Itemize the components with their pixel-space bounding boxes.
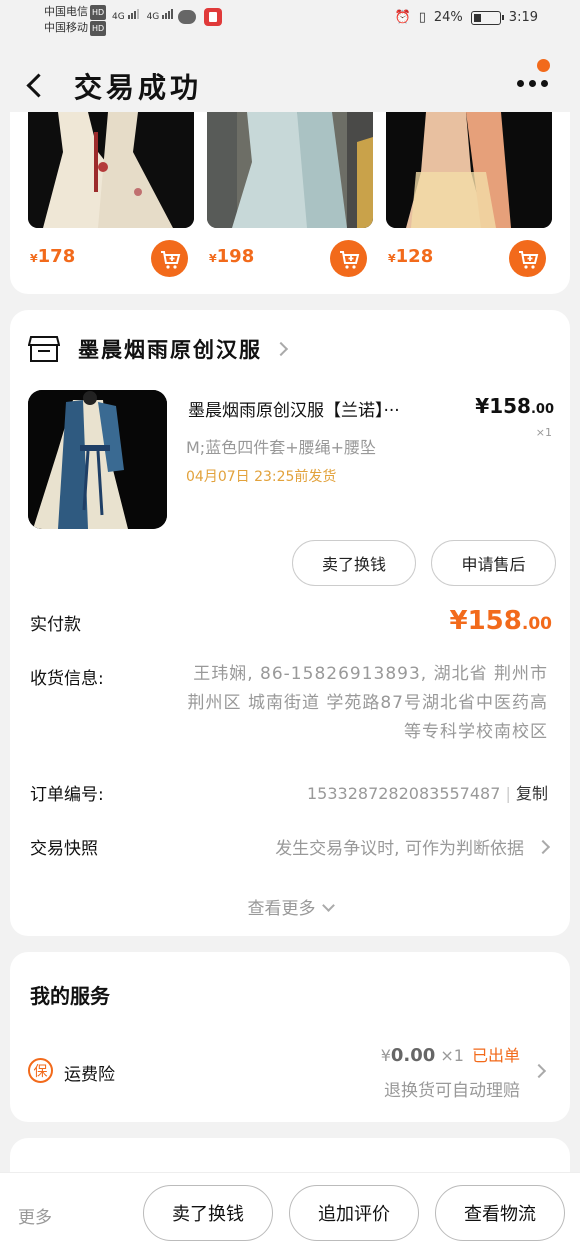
cart-icon — [518, 250, 538, 269]
order-number: 1533287282083557487 | 复制 — [306, 784, 548, 803]
insurance-note: 退换货可自动理赔 — [384, 1081, 520, 1101]
vibrate-icon: ▯ — [418, 10, 426, 25]
paid-amount: ¥158.00 — [449, 606, 553, 636]
carrier-info: 中国电信 HD 中国移动 HD — [44, 4, 107, 36]
insurance-label[interactable]: 运费险 — [64, 1060, 115, 1085]
alarm-icon: ⏰ — [394, 10, 411, 25]
carrier-2: 中国移动 — [44, 21, 88, 34]
more-button[interactable]: 更多 — [18, 1203, 52, 1228]
status-bar: 中国电信 HD 中国移动 HD 4G 4G ⏰ ▯ 24% 3:19 — [0, 0, 580, 44]
trade-snapshot-link[interactable]: 发生交易争议时, 可作为判断依据 — [275, 834, 551, 859]
product-thumbnail[interactable] — [207, 112, 373, 228]
see-more-button[interactable]: 查看更多 — [10, 894, 570, 919]
network-type: 4G — [112, 12, 125, 22]
product-quantity: ×1 — [535, 426, 552, 439]
snapshot-label: 交易快照 — [30, 839, 98, 859]
wechat-icon — [178, 10, 196, 24]
battery-percent: 24% — [433, 10, 463, 25]
cart-icon — [339, 250, 359, 269]
chevron-right-icon — [535, 839, 551, 854]
signal-indicators: 4G 4G — [112, 9, 174, 22]
address-label: 收货信息: — [30, 669, 104, 689]
recommendation-price: ¥178 — [30, 246, 76, 267]
view-logistics-button[interactable]: 查看物流 — [435, 1185, 565, 1241]
recommendation-strip: ¥178 ¥198 ¥128 — [10, 112, 570, 294]
paid-label: 实付款 — [30, 615, 81, 635]
network-type: 4G — [146, 12, 160, 22]
product-thumbnail[interactable] — [28, 112, 194, 228]
order-number-label: 订单编号: — [30, 785, 104, 805]
my-services-card: 我的服务 保 运费险 ¥0.00 ×1 已出单 退换货可自动理赔 — [10, 952, 570, 1122]
chevron-right-icon — [273, 341, 289, 357]
app-notification-icon — [204, 8, 222, 26]
insurance-status: 已出单 — [471, 1046, 520, 1065]
notification-icons — [178, 8, 222, 28]
hd-badge: HD — [90, 5, 107, 20]
copy-button[interactable]: 复制 — [516, 784, 548, 803]
page-title: 交易成功 — [74, 71, 203, 104]
add-to-cart-button[interactable] — [509, 240, 546, 277]
add-to-cart-button[interactable] — [151, 240, 188, 277]
product-spec: M;蓝色四件套+腰绳+腰坠 — [186, 438, 377, 457]
add-review-button[interactable]: 追加评价 — [289, 1185, 419, 1241]
insurance-price: ¥0.00 ×1 已出单 — [380, 1045, 520, 1066]
more-options-icon[interactable] — [517, 80, 548, 87]
product-price: ¥158.00 — [475, 394, 554, 418]
add-to-cart-button[interactable] — [330, 240, 367, 277]
recommendation-item[interactable]: ¥128 — [386, 112, 552, 277]
order-card: 墨晨烟雨原创汉服 墨晨烟雨原创汉服【兰诺】··· ¥158.00 ×1 M;蓝色… — [10, 310, 570, 936]
shop-icon — [28, 336, 60, 362]
system-status: ⏰ ▯ 24% 3:19 — [395, 10, 538, 25]
signal-icon — [127, 9, 139, 19]
recommendation-price: ¥128 — [388, 246, 434, 267]
product-image[interactable] — [28, 390, 167, 529]
sell-button[interactable]: 卖了换钱 — [292, 540, 416, 586]
shipping-address: 王玮娴, 86-15826913893, 湖北省 荆州市 荆州区 城南街道 学苑… — [187, 664, 548, 742]
chevron-right-icon[interactable] — [531, 1063, 547, 1079]
back-icon[interactable] — [24, 70, 46, 98]
battery-icon — [470, 10, 504, 25]
cart-icon — [160, 250, 180, 269]
chevron-down-icon — [321, 899, 335, 912]
signal-icon — [162, 9, 174, 19]
shop-name[interactable]: 墨晨烟雨原创汉服 — [78, 334, 262, 364]
clock: 3:19 — [508, 10, 538, 25]
hd-badge: HD — [90, 21, 107, 36]
sell-bottom-button[interactable]: 卖了换钱 — [143, 1185, 273, 1241]
insurance-icon: 保 — [28, 1058, 53, 1083]
after-sale-button[interactable]: 申请售后 — [431, 540, 556, 586]
product-title[interactable]: 墨晨烟雨原创汉服【兰诺】··· — [188, 396, 468, 421]
shop-header[interactable]: 墨晨烟雨原创汉服 — [28, 334, 289, 364]
carrier-1: 中国电信 — [44, 5, 88, 18]
product-thumbnail[interactable] — [386, 112, 552, 228]
shipping-deadline: 04月07日 23:25前发货 — [186, 469, 337, 485]
recommendation-price: ¥198 — [209, 246, 255, 267]
recommendation-item[interactable]: ¥198 — [207, 112, 373, 277]
bottom-action-bar: 更多 卖了换钱 追加评价 查看物流 — [0, 1172, 580, 1257]
notification-dot — [537, 59, 550, 72]
recommendation-item[interactable]: ¥178 — [28, 112, 194, 277]
services-title: 我的服务 — [30, 984, 110, 1008]
